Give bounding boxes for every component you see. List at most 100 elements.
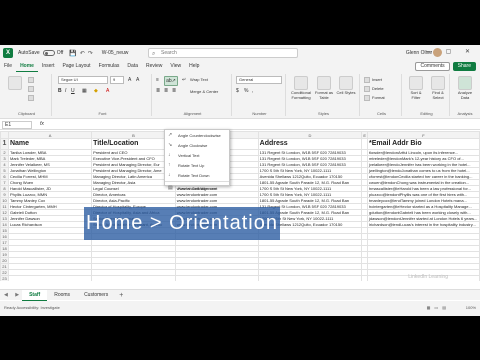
tab-rooms[interactable]: Rooms — [47, 290, 77, 301]
zoom-level[interactable]: 100% — [466, 305, 476, 310]
font-name-select[interactable]: Segoe UI — [58, 76, 108, 84]
cell[interactable] — [174, 275, 259, 281]
cell[interactable]: gdutton@lendontGabrieli has been working… — [367, 209, 480, 216]
cell[interactable]: Name — [7, 138, 93, 150]
menu-data[interactable]: Data — [123, 61, 142, 72]
cell[interactable] — [7, 275, 93, 281]
insert-cells-button[interactable]: Insert — [364, 77, 382, 83]
underline-icon[interactable]: U — [71, 88, 75, 94]
fx-icon[interactable]: fx — [40, 121, 44, 127]
cell[interactable]: Address — [257, 138, 363, 150]
column-header[interactable]: F — [367, 131, 480, 139]
cell[interactable]: hmascallister@leHarold has been a law pr… — [367, 185, 480, 192]
cell-table[interactable]: A B C D E F 1 Name Title/Location Addres… — [0, 131, 480, 281]
menu-item-rotate-up[interactable]: ↑ Rotate Text Up — [165, 160, 229, 170]
align-left-icon[interactable]: ≣ — [156, 88, 160, 94]
delete-cells-button[interactable]: Delete — [364, 86, 384, 92]
cell[interactable]: jwellington@lendoJonathan comes to us fr… — [367, 167, 480, 174]
border-icon[interactable]: ▦ — [82, 88, 87, 94]
menu-view[interactable]: View — [166, 61, 185, 72]
cell[interactable]: cforrest@lendonCecilia started her caree… — [367, 173, 480, 180]
align-top-icon[interactable]: ≡ — [156, 77, 159, 83]
cell[interactable] — [257, 275, 363, 281]
cell[interactable]: tmanleycox@lendTammy joined London Hotel… — [367, 197, 480, 204]
styles-label: Styles — [318, 111, 329, 116]
add-sheet-icon[interactable]: + — [119, 292, 123, 299]
merge-center-button[interactable]: Merge & Center — [190, 89, 218, 94]
menu-item-format-cell-alignment[interactable]: ▤ Format Cell Alignment — [165, 183, 229, 193]
cell[interactable]: Title/Location — [91, 138, 176, 150]
sort-filter-button[interactable]: Sort & Filter — [406, 76, 426, 100]
percent-icon[interactable]: % — [244, 88, 248, 94]
cell[interactable]: 1801-55 Agrade South Parade 12, M.G. Roa… — [257, 197, 363, 204]
quick-access-icons[interactable]: 💾↶↷ — [69, 50, 96, 57]
view-mode-icons[interactable]: ▦▭▤ — [427, 305, 450, 310]
font-shrink-icon[interactable]: A — [136, 77, 139, 83]
menu-item-vertical-text[interactable]: ↓ Vertical Text — [165, 150, 229, 160]
share-button[interactable]: Share — [452, 62, 476, 71]
font-grow-icon[interactable]: A — [128, 77, 131, 83]
menu-item-angle-clockwise[interactable]: ↘ Angle Clockwise — [165, 140, 229, 150]
autosave-toggle[interactable] — [42, 50, 55, 56]
menu-review[interactable]: Review — [142, 61, 166, 72]
row-number[interactable]: 1 — [0, 138, 9, 150]
format-painter-button[interactable] — [28, 95, 36, 101]
currency-icon[interactable]: $ — [236, 88, 239, 94]
format-as-table-button[interactable]: Format as Table — [314, 76, 334, 100]
paste-button[interactable] — [6, 76, 24, 90]
italic-icon[interactable]: I — [65, 88, 66, 94]
wrap-text-button[interactable]: Wrap Text — [190, 77, 208, 82]
column-header[interactable]: D — [257, 131, 363, 139]
cell[interactable]: pluzzco@lendontPhyllis was one of the fi… — [367, 191, 480, 198]
row-number[interactable]: 23 — [0, 275, 9, 281]
column-header[interactable]: A — [7, 131, 93, 139]
search-box[interactable]: ⌕ Search — [148, 48, 298, 58]
tab-customers[interactable]: Customers — [77, 290, 115, 301]
file-name[interactable]: W-05_neuw — [102, 50, 129, 56]
find-select-button[interactable]: Find & Select — [428, 76, 448, 100]
menu-item-angle-counterclockwise[interactable]: ↗ Angle Counterclockwise — [165, 130, 229, 140]
orientation-button[interactable]: ab↗ — [164, 76, 178, 86]
menu-help[interactable]: Help — [185, 61, 203, 72]
menu-file[interactable]: File — [0, 61, 16, 72]
conditional-formatting-button[interactable]: Conditional Formatting — [290, 76, 312, 100]
align-right-icon[interactable]: ≣ — [172, 88, 176, 94]
sheet-nav-arrows[interactable]: ◀ ▶ — [4, 292, 22, 298]
comma-icon[interactable]: , — [252, 88, 253, 94]
cell[interactable]: cwuen@lendonChong was instrumental in th… — [367, 179, 480, 186]
cell[interactable]: hcintergarten@leHector started as a Hosp… — [367, 203, 480, 210]
cell-styles-button[interactable]: Cell Styles — [336, 76, 356, 95]
cell[interactable]: lrichardson@lendLucas's interest in the … — [367, 221, 480, 228]
font-size-select[interactable]: 9 — [110, 76, 124, 84]
cell[interactable]: jvelalkeer@lendoJennifer has been workin… — [367, 161, 480, 168]
copy-button[interactable] — [28, 86, 36, 92]
column-header[interactable]: B — [91, 131, 176, 139]
number-format-select[interactable]: General — [236, 76, 282, 84]
menu-insert[interactable]: Insert — [38, 61, 59, 72]
cell[interactable]: mtreleder@lendonMark's 12-year history a… — [367, 155, 480, 162]
cell[interactable]: 1801-55 Agrade South Parade 12, M.G. Roa… — [257, 179, 363, 186]
fill-color-icon[interactable]: ◆ — [94, 88, 98, 94]
analyze-data-button[interactable]: Analyze Data — [454, 76, 476, 100]
bold-icon[interactable]: B — [58, 88, 62, 94]
cell[interactable]: *Email Addr Bio — [367, 138, 480, 150]
menu-item-rotate-down[interactable]: ↓ Rotate Text Down — [165, 170, 229, 180]
styles-group: Conditional Formatting Format as Table C… — [288, 74, 360, 116]
menu-page-layout[interactable]: Page Layout — [58, 61, 94, 72]
cut-button[interactable] — [28, 77, 36, 83]
comments-button[interactable]: Comments — [415, 62, 450, 71]
align-center-icon[interactable]: ≣ — [164, 88, 168, 94]
menu-formulas[interactable]: Formulas — [95, 61, 124, 72]
cell[interactable] — [91, 275, 176, 281]
window-controls[interactable]: — ▢ ✕ — [426, 48, 476, 55]
format-cells-button[interactable]: Format — [364, 95, 385, 101]
name-box[interactable]: E1 — [2, 121, 32, 129]
wrap-text-icon[interactable]: ↵ — [182, 77, 186, 83]
cell[interactable]: jdawson@lendontJennifer started at Londo… — [367, 215, 480, 222]
tab-staff[interactable]: Staff — [22, 289, 48, 301]
menu-actions: Comments Share — [415, 62, 476, 71]
spreadsheet-grid[interactable]: A B C D E F 1 Name Title/Location Addres… — [0, 131, 480, 281]
corner-cell[interactable] — [0, 131, 9, 139]
menu-home[interactable]: Home — [16, 61, 38, 72]
font-color-icon[interactable]: A — [106, 88, 109, 94]
